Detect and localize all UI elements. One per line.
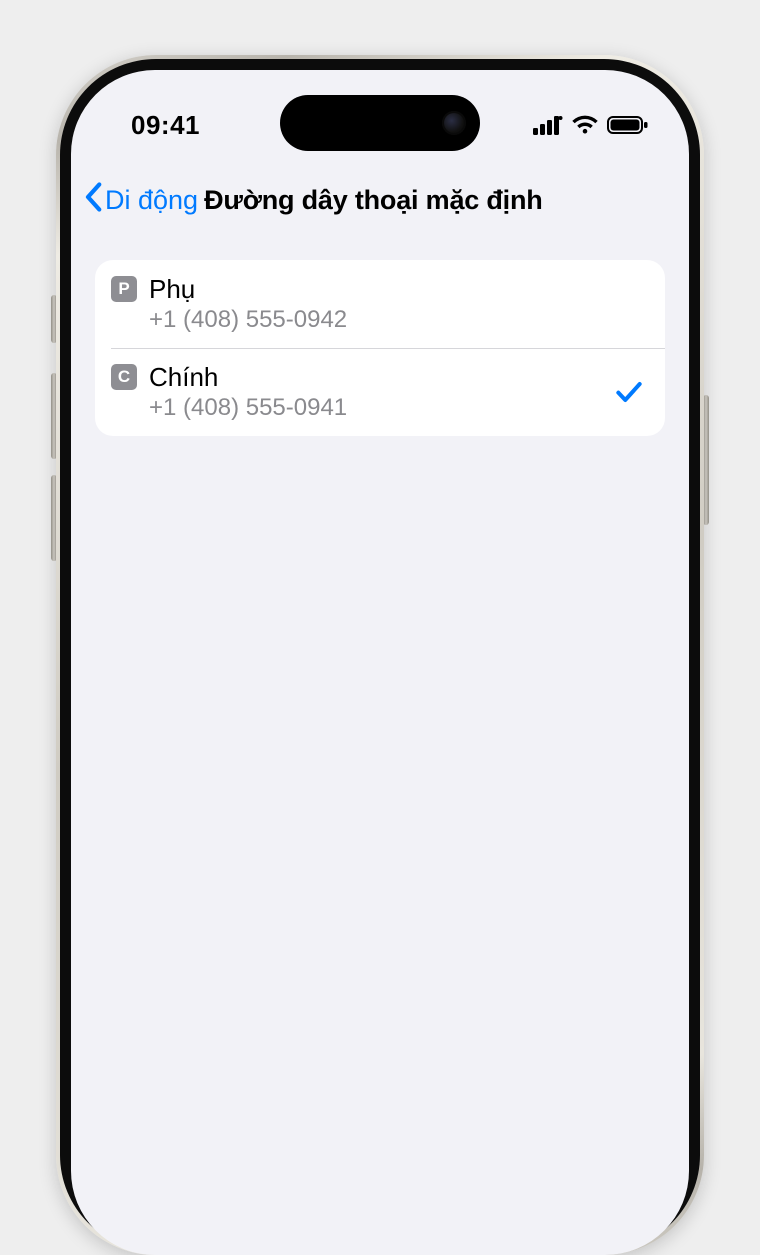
line-label: Chính [149, 362, 603, 393]
sim-badge-icon: P [111, 276, 137, 302]
nav-bar: Di động Đường dây thoại mặc định [71, 172, 689, 228]
content-area: P Phụ +1 (408) 555-0942 C Chính +1 (408)… [95, 260, 665, 436]
wifi-icon [571, 115, 599, 135]
screen: 09:41 [71, 70, 689, 1255]
line-number: +1 (408) 555-0941 [149, 393, 603, 422]
status-time: 09:41 [131, 110, 200, 141]
back-button[interactable]: Di động [83, 182, 198, 219]
line-number: +1 (408) 555-0942 [149, 305, 645, 334]
cellular-icon [533, 115, 563, 135]
battery-icon [607, 115, 649, 135]
status-bar: 09:41 [71, 100, 689, 150]
voice-line-row-secondary[interactable]: P Phụ +1 (408) 555-0942 [95, 260, 665, 348]
voice-line-list: P Phụ +1 (408) 555-0942 C Chính +1 (408)… [95, 260, 665, 436]
page-title: Đường dây thoại mặc định [204, 185, 542, 216]
sim-badge-icon: C [111, 364, 137, 390]
row-text: Phụ +1 (408) 555-0942 [149, 274, 645, 334]
checkmark-icon [613, 376, 645, 408]
chevron-left-icon [83, 182, 103, 219]
voice-line-row-primary[interactable]: C Chính +1 (408) 555-0941 [95, 348, 665, 436]
status-indicators [533, 115, 649, 135]
line-label: Phụ [149, 274, 645, 305]
back-label: Di động [105, 185, 198, 216]
phone-device-frame: 09:41 [56, 55, 704, 1255]
row-text: Chính +1 (408) 555-0941 [149, 362, 603, 422]
